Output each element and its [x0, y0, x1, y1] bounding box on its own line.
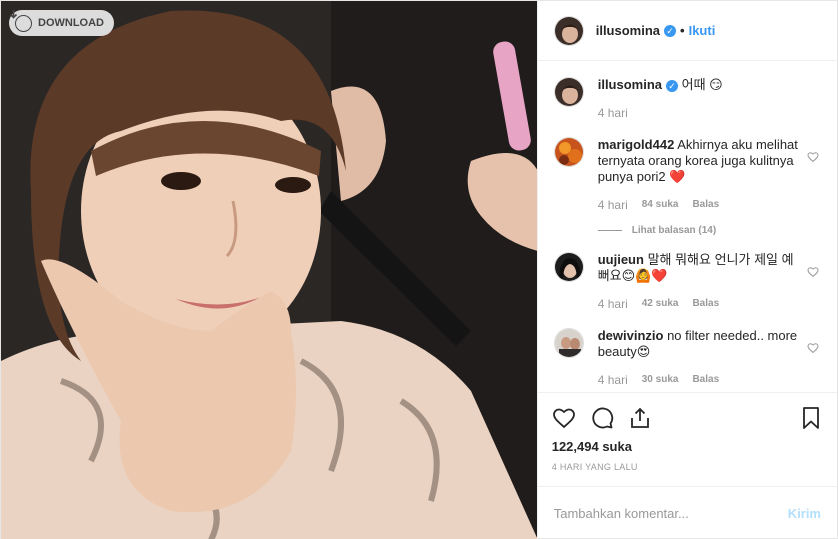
caption-time[interactable]: 4 hari: [598, 105, 628, 121]
comment-icon[interactable]: [590, 406, 614, 430]
view-replies-button[interactable]: Lihat balasan (14): [597, 225, 821, 236]
commenter-username[interactable]: uujieun: [598, 252, 644, 267]
comments-list[interactable]: illusomina ✓ 어때 😏 4 hari marigold442 Akhi…: [538, 61, 837, 392]
comment-time[interactable]: 4 hari: [598, 296, 628, 312]
verified-icon: ✓: [664, 24, 677, 37]
post-header: illusomina ✓ • Ikuti: [537, 1, 837, 61]
view-replies-label: Lihat balasan (14): [631, 225, 717, 236]
comment-likes[interactable]: 84 suka: [642, 197, 679, 213]
post-actions: 122,494 suka 4 HARI YANG LALU: [537, 392, 837, 472]
bookmark-icon[interactable]: [799, 406, 823, 430]
like-comment-heart-icon[interactable]: [807, 342, 819, 354]
commenter-username[interactable]: marigold442: [598, 137, 675, 152]
instagram-post: DOWNLOAD illusomina ✓ • Ikuti illusomina…: [0, 0, 838, 539]
commenter-avatar[interactable]: [553, 137, 584, 167]
follow-button[interactable]: Ikuti: [689, 23, 716, 38]
comment-item: dewivinzio no filter needed.. more beaut…: [553, 312, 821, 388]
author-username[interactable]: illusomina: [596, 23, 660, 38]
comment-item: uujieun 말해 뭐해요 언니가 제일 예뻐요😊🙆❤️ 4 hari 42 …: [553, 236, 821, 312]
comment-likes[interactable]: 30 suka: [642, 372, 679, 388]
comment-time[interactable]: 4 hari: [598, 197, 628, 213]
reply-button[interactable]: Balas: [692, 296, 719, 312]
likes-count[interactable]: 122,494 suka: [552, 439, 823, 454]
comment-input[interactable]: [553, 506, 788, 521]
comment-likes[interactable]: 42 suka: [642, 296, 679, 312]
caption-avatar[interactable]: [553, 77, 584, 107]
share-icon[interactable]: [628, 406, 652, 430]
replies-divider: [597, 230, 622, 231]
commenter-username[interactable]: dewivinzio: [598, 328, 664, 343]
commenter-avatar[interactable]: [553, 252, 584, 282]
caption-username[interactable]: illusomina: [598, 77, 662, 92]
comment-item: marigold442 Akhirnya aku melihat ternyat…: [553, 121, 821, 213]
download-icon: [9, 10, 32, 32]
post-comment-button[interactable]: Kirim: [788, 506, 821, 521]
like-comment-heart-icon[interactable]: [807, 266, 819, 278]
heart-icon[interactable]: [552, 406, 576, 430]
separator-dot: •: [680, 23, 685, 38]
caption-text: 어때 😏: [681, 77, 723, 92]
comment-time[interactable]: 4 hari: [598, 372, 628, 388]
reply-button[interactable]: Balas: [692, 372, 719, 388]
caption: illusomina ✓ 어때 😏 4 hari: [553, 61, 821, 121]
post-timestamp[interactable]: 4 HARI YANG LALU: [552, 462, 823, 472]
reply-button[interactable]: Balas: [692, 197, 719, 213]
download-label: DOWNLOAD: [38, 17, 104, 29]
like-comment-heart-icon[interactable]: [807, 151, 819, 163]
verified-icon: ✓: [666, 80, 679, 92]
post-panel: illusomina ✓ • Ikuti illusomina ✓ 어때 😏 4 …: [536, 1, 837, 539]
author-avatar[interactable]: [553, 15, 584, 46]
download-button[interactable]: DOWNLOAD: [9, 10, 114, 36]
post-photo[interactable]: DOWNLOAD: [1, 1, 537, 539]
commenter-avatar[interactable]: [553, 328, 584, 358]
add-comment-bar: Kirim: [537, 486, 837, 539]
photo-illustration: [1, 1, 537, 539]
